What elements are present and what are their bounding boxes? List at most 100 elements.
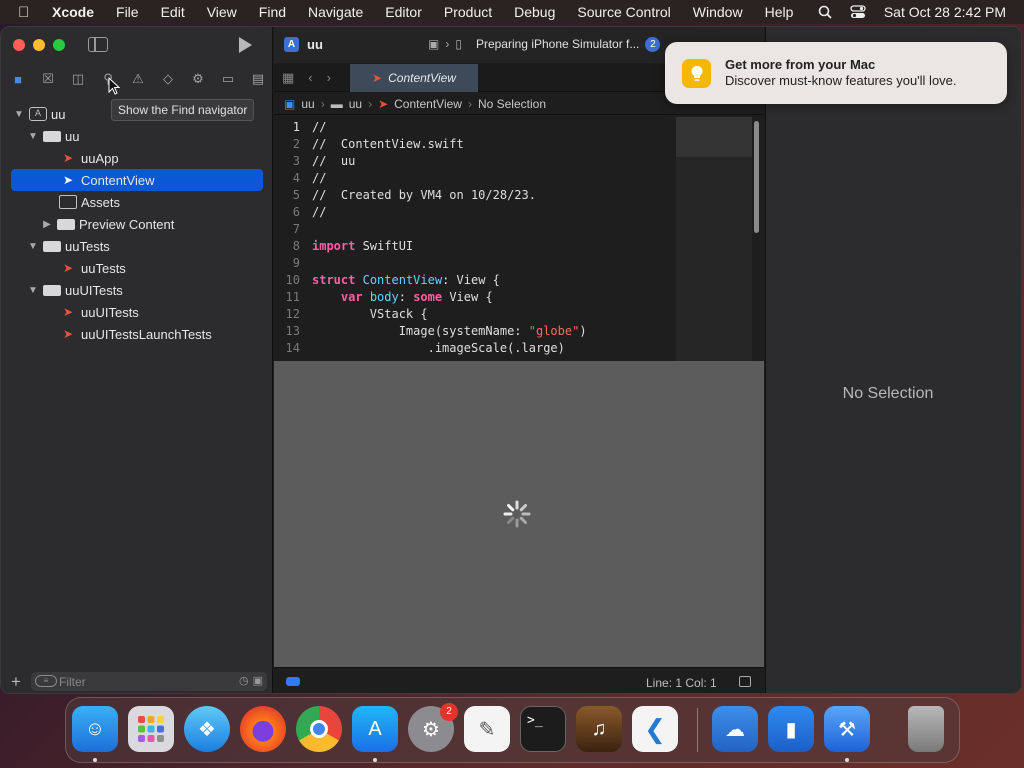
- dock-keynote-icon[interactable]: ▮: [768, 706, 814, 752]
- tree-row-file[interactable]: ➤ uuUITestsLaunchTests: [11, 323, 263, 345]
- tree-row-file-selected[interactable]: ➤ ContentView: [11, 169, 263, 191]
- code-line[interactable]: 4 //: [274, 170, 674, 187]
- zoom-window-button[interactable]: [53, 39, 65, 51]
- back-chevron-icon[interactable]: ‹: [308, 70, 312, 86]
- dock-vscode-icon[interactable]: ❮: [632, 706, 678, 752]
- dock-terminal-icon[interactable]: >_: [520, 706, 566, 752]
- dock-safari-icon[interactable]: ❖: [184, 706, 230, 752]
- disclosure-chevron-icon[interactable]: ▼: [27, 241, 39, 252]
- menu-app[interactable]: Xcode: [52, 4, 94, 20]
- menu-navigate[interactable]: Navigate: [308, 4, 363, 20]
- code-line[interactable]: 5 // Created by VM4 on 10/28/23.: [274, 187, 674, 204]
- tree-row-folder[interactable]: ▼ uuTests: [11, 235, 263, 257]
- code-line[interactable]: 12 VStack {: [274, 306, 674, 323]
- control-center-icon[interactable]: [850, 5, 866, 19]
- menu-window[interactable]: Window: [693, 4, 743, 20]
- symbol-navigator-icon[interactable]: ◫: [67, 71, 89, 87]
- tree-row-file[interactable]: ➤ uuTests: [11, 257, 263, 279]
- toggle-sidebar-icon[interactable]: [88, 37, 108, 52]
- source-control-navigator-icon[interactable]: ☒: [37, 71, 59, 87]
- tree-row-folder[interactable]: ▼ uu: [11, 125, 263, 147]
- test-navigator-diamond-icon[interactable]: ◇: [157, 71, 179, 87]
- code-line[interactable]: 2 // ContentView.swift: [274, 136, 674, 153]
- show-debug-area-icon[interactable]: [286, 677, 300, 686]
- source-control-filter-icon[interactable]: ▣: [253, 674, 263, 687]
- tree-row-file[interactable]: ➤ uuApp: [11, 147, 263, 169]
- code-line[interactable]: 8 import SwiftUI: [274, 238, 674, 255]
- dock-garageband-guitar-icon[interactable]: ♫: [576, 706, 622, 752]
- inspector-pane: No Selection: [765, 27, 1021, 693]
- code-minimap[interactable]: [676, 117, 752, 361]
- disclosure-chevron-icon[interactable]: ▼: [27, 285, 39, 296]
- report-navigator-list-icon[interactable]: ▤: [247, 71, 269, 87]
- dock-trash-icon[interactable]: [908, 706, 944, 752]
- breakpoint-navigator-tag-icon[interactable]: ▭: [217, 71, 239, 87]
- run-play-icon[interactable]: [239, 37, 252, 53]
- debug-navigator-spray-icon[interactable]: ⚙: [187, 71, 209, 87]
- activity-status[interactable]: ▣ › ▯ Preparing iPhone Simulator f... 2: [428, 33, 678, 55]
- device-phone-icon[interactable]: ▯: [455, 37, 462, 51]
- add-file-plus-icon[interactable]: +: [11, 672, 21, 692]
- menu-find[interactable]: Find: [259, 4, 286, 20]
- menu-edit[interactable]: Edit: [161, 4, 185, 20]
- menu-file[interactable]: File: [116, 4, 139, 20]
- dock-finder-icon[interactable]: ☺: [72, 706, 118, 752]
- apple-menu-icon[interactable]: : [18, 4, 36, 21]
- issue-navigator-warning-icon[interactable]: ⚠: [127, 71, 149, 87]
- disclosure-chevron-icon[interactable]: ▼: [13, 109, 25, 120]
- close-window-button[interactable]: [13, 39, 25, 51]
- recent-files-clock-icon[interactable]: ◷: [239, 674, 249, 687]
- breadcrumb-item-project[interactable]: uu: [301, 97, 314, 111]
- code-line[interactable]: 13 Image(systemName: "globe"): [274, 323, 674, 340]
- code-line[interactable]: 14 .imageScale(.large): [274, 340, 674, 357]
- related-items-grid-icon[interactable]: ▦: [282, 70, 294, 86]
- tree-row-file[interactable]: ➤ uuUITests: [11, 301, 263, 323]
- disclosure-chevron-right-icon[interactable]: ▶: [41, 219, 53, 230]
- status-count-badge[interactable]: 2: [645, 36, 661, 52]
- menu-help[interactable]: Help: [765, 4, 794, 20]
- code-line[interactable]: 3 // uu: [274, 153, 674, 170]
- forward-chevron-icon[interactable]: ›: [327, 70, 331, 86]
- code-line[interactable]: 11 var body: some View {: [274, 289, 674, 306]
- toggle-debug-area-icon[interactable]: [739, 676, 751, 687]
- filter-options-icon[interactable]: ≡: [35, 675, 57, 687]
- menu-view[interactable]: View: [207, 4, 237, 20]
- scheme-app-icon[interactable]: ▣: [428, 37, 439, 51]
- dock-weather-cloud-icon[interactable]: ☁: [712, 706, 758, 752]
- menu-product[interactable]: Product: [444, 4, 492, 20]
- menu-debug[interactable]: Debug: [514, 4, 555, 20]
- editor-scrollbar[interactable]: [754, 121, 759, 233]
- project-title[interactable]: A uu: [284, 37, 323, 52]
- tree-row-folder[interactable]: ▼ uuUITests: [11, 279, 263, 301]
- breadcrumb-item-file[interactable]: ContentView: [394, 97, 462, 111]
- breadcrumb-item-folder[interactable]: uu: [349, 97, 362, 111]
- code-line[interactable]: 6 //: [274, 204, 674, 221]
- code-line[interactable]: 9: [274, 255, 674, 272]
- disclosure-chevron-icon[interactable]: ▼: [27, 131, 39, 142]
- xcode-window: ■ ☒ ◫ ⚲ ⚠ ◇ ⚙ ▭ ▤ ▼ A uu ▼ uu ➤ uuApp ➤ …: [0, 26, 1022, 694]
- notification-banner[interactable]: Get more from your Mac Discover must-kno…: [665, 42, 1007, 104]
- dock-launchpad-icon[interactable]: [128, 706, 174, 752]
- tab-contentview[interactable]: ➤ ContentView: [350, 64, 478, 92]
- minimap-visible-region[interactable]: [676, 117, 752, 157]
- tree-row-assets[interactable]: Assets: [11, 191, 263, 213]
- menu-editor[interactable]: Editor: [385, 4, 422, 20]
- menubar-clock[interactable]: Sat Oct 28 2:42 PM: [884, 4, 1006, 20]
- code-line[interactable]: 7: [274, 221, 674, 238]
- code-line[interactable]: 1 //: [274, 119, 674, 136]
- code-line[interactable]: 10 struct ContentView: View {: [274, 272, 674, 289]
- navigator-filter-input[interactable]: ≡ Filter ◷ ▣: [31, 672, 267, 691]
- source-editor[interactable]: 1 // 2 // ContentView.swift 3 // uu 4 // 5 //…: [274, 117, 764, 361]
- dock-firefox-icon[interactable]: [240, 706, 286, 752]
- dock-xcode-hammer-icon[interactable]: ⚒: [824, 706, 870, 752]
- project-navigator-folder-icon[interactable]: ■: [7, 72, 29, 87]
- tree-row-label: uuApp: [81, 150, 119, 166]
- menu-source-control[interactable]: Source Control: [577, 4, 670, 20]
- minimize-window-button[interactable]: [33, 39, 45, 51]
- dock-app-store-icon[interactable]: A: [352, 706, 398, 752]
- dock-chrome-icon[interactable]: [296, 706, 342, 752]
- tree-row-folder[interactable]: ▶ Preview Content: [11, 213, 263, 235]
- breadcrumb-item-symbol[interactable]: No Selection: [478, 97, 546, 111]
- dock-textedit-icon[interactable]: ✎: [464, 706, 510, 752]
- spotlight-search-icon[interactable]: [818, 5, 832, 19]
